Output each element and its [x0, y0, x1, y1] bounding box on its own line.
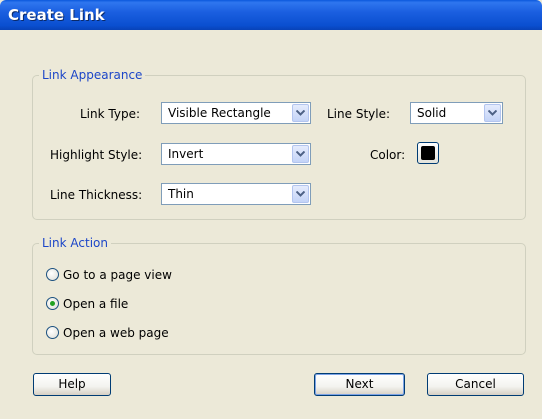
highlight-style-value: Invert — [168, 147, 204, 161]
radio-button[interactable] — [46, 326, 59, 339]
next-button[interactable]: Next — [314, 373, 405, 396]
link-type-value: Visible Rectangle — [168, 106, 271, 120]
line-style-dropdown[interactable]: Solid — [410, 102, 503, 124]
highlight-style-dropdown[interactable]: Invert — [161, 143, 311, 165]
line-thickness-label: Line Thickness: — [50, 188, 143, 202]
line-thickness-value: Thin — [168, 187, 194, 201]
radio-button[interactable] — [46, 268, 59, 281]
help-button[interactable]: Help — [33, 373, 111, 396]
radio-button[interactable] — [46, 297, 59, 310]
color-swatch — [421, 146, 435, 160]
chevron-down-icon[interactable] — [292, 145, 309, 163]
radio-selected-dot — [50, 301, 55, 306]
radio-label: Open a web page — [63, 326, 169, 340]
link-appearance-legend: Link Appearance — [39, 68, 146, 82]
line-style-value: Solid — [417, 106, 447, 120]
radio-label: Go to a page view — [63, 268, 172, 282]
link-type-label: Link Type: — [80, 107, 140, 121]
link-action-legend: Link Action — [39, 236, 111, 250]
chevron-down-icon[interactable] — [292, 104, 309, 122]
title-bar[interactable]: Create Link — [0, 0, 542, 30]
color-picker-button[interactable] — [417, 142, 439, 164]
window-title: Create Link — [8, 6, 105, 24]
chevron-down-icon[interactable] — [292, 185, 309, 203]
color-label: Color: — [370, 148, 406, 162]
line-style-label: Line Style: — [327, 107, 391, 121]
chevron-down-icon[interactable] — [484, 104, 501, 122]
link-type-dropdown[interactable]: Visible Rectangle — [161, 102, 311, 124]
cancel-button[interactable]: Cancel — [427, 373, 524, 396]
line-thickness-dropdown[interactable]: Thin — [161, 183, 311, 205]
highlight-style-label: Highlight Style: — [50, 148, 143, 162]
radio-label: Open a file — [63, 297, 129, 311]
